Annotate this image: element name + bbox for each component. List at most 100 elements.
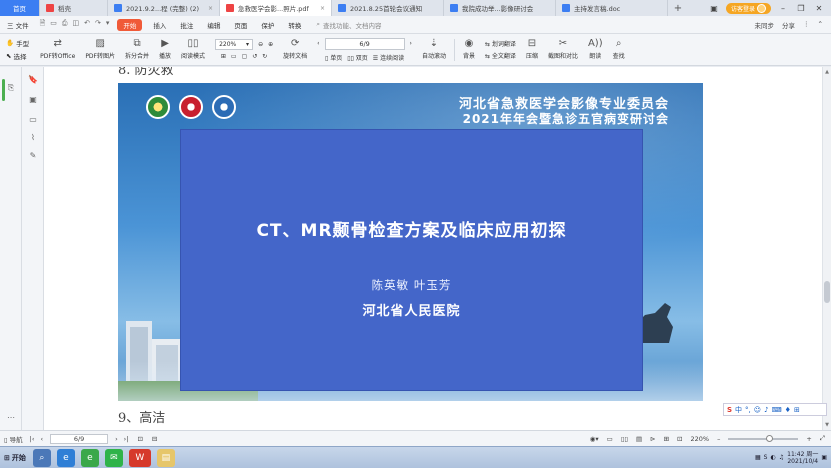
sync-status[interactable]: 未同步 bbox=[755, 20, 775, 30]
emoji-icon[interactable]: ☺ bbox=[754, 406, 761, 414]
zoom-in-icon[interactable]: + bbox=[806, 435, 811, 443]
nav-toggle[interactable]: ▯ 导航 bbox=[0, 434, 27, 444]
signature-icon[interactable]: ✎ bbox=[27, 151, 39, 160]
scroll-up-icon[interactable]: ▲ bbox=[823, 69, 831, 75]
actual-size-icon[interactable]: ▢ bbox=[242, 53, 248, 60]
new-tab-button[interactable]: + bbox=[668, 0, 688, 16]
tab-meeting-notice[interactable]: 2021.8.25首轮会议通知 bbox=[332, 0, 444, 16]
more-icon[interactable]: ⋮ bbox=[803, 20, 810, 30]
settings-icon[interactable]: ⋯ bbox=[5, 413, 17, 422]
zoom-select[interactable]: 220% ▾ bbox=[215, 39, 254, 50]
single-view-icon[interactable]: ▭ bbox=[607, 435, 613, 443]
continuous-view-icon[interactable]: ▤ bbox=[636, 435, 642, 443]
menu-start[interactable]: 开始 bbox=[117, 18, 143, 31]
fit-page-icon[interactable]: ⊡ bbox=[677, 435, 682, 443]
zoom-slider-knob[interactable] bbox=[766, 434, 774, 442]
close-window-icon[interactable]: ✕ bbox=[813, 4, 825, 13]
rotate-doc-button[interactable]: ⟳ 旋转文档 bbox=[278, 39, 312, 61]
status-page-input[interactable]: 6/9 bbox=[50, 433, 109, 444]
rotate-left-icon[interactable]: ↺ bbox=[252, 53, 257, 60]
play-icon[interactable]: ⊳ bbox=[650, 435, 655, 443]
search-icon[interactable]: ⌕ bbox=[32, 448, 51, 467]
screenshot-button[interactable]: ✂ 截图和对比 bbox=[543, 39, 583, 61]
pdf-to-image-button[interactable]: ▨ PDF转图片 bbox=[80, 39, 120, 61]
bookmark-icon[interactable]: 🔖 bbox=[27, 75, 39, 84]
zoom-slider[interactable] bbox=[728, 434, 799, 442]
login-button[interactable]: 访客登录 bbox=[725, 2, 771, 14]
clock[interactable]: 11:42 周一 2021/10/4 bbox=[787, 451, 818, 465]
zoom-out-icon[interactable]: – bbox=[717, 435, 720, 443]
read-aloud-button[interactable]: A)) 朗读 bbox=[583, 39, 608, 61]
menu-insert[interactable]: 插入 bbox=[146, 20, 173, 30]
document-view[interactable]: 8. 防灾救 河北省急救医学会影像专业委员会 2021年年会暨急诊五官病变研讨会 bbox=[44, 67, 822, 430]
scroll-thumb[interactable] bbox=[824, 281, 830, 303]
translate-word-button[interactable]: ⇆ 划词翻译 bbox=[485, 39, 516, 48]
last-page-icon[interactable]: ›| bbox=[121, 435, 132, 443]
wechat-icon[interactable]: ✉ bbox=[104, 448, 123, 467]
auto-scroll-button[interactable]: ⇣ 自动滚动 bbox=[417, 39, 451, 61]
punctuation-icon[interactable]: °, bbox=[745, 406, 751, 414]
play-button[interactable]: ▶ 播放 bbox=[154, 39, 176, 61]
double-view-icon[interactable]: ▯▯ bbox=[621, 435, 628, 443]
export-icon[interactable]: ⊟ bbox=[149, 435, 160, 443]
next-page-icon[interactable]: › bbox=[410, 40, 412, 47]
menu-grid-icon[interactable]: ⊞ bbox=[794, 406, 800, 414]
tab-speech[interactable]: 主持发言稿.doc bbox=[556, 0, 668, 16]
redo-icon[interactable]: ↷ bbox=[95, 19, 101, 30]
read-mode-button[interactable]: ▯▯ 阅读模式 bbox=[176, 39, 210, 61]
zoom-out-icon[interactable]: ⊖ bbox=[258, 41, 263, 48]
ime-toolbar[interactable]: S 中 °, ☺ ♪ ⌨ ♦ ⊞ bbox=[723, 403, 827, 416]
mic-icon[interactable]: ♪ bbox=[764, 406, 768, 414]
scroll-down-icon[interactable]: ▼ bbox=[823, 422, 831, 428]
thumbnail-icon[interactable]: ⎘ bbox=[5, 83, 17, 93]
fit-page-icon[interactable]: ▭ bbox=[231, 53, 237, 60]
double-page-button[interactable]: ▯▯ 双页 bbox=[347, 53, 368, 62]
undo-icon[interactable]: ↶ bbox=[84, 19, 90, 30]
eye-protect-icon[interactable]: ◉▾ bbox=[590, 435, 599, 443]
skin-icon[interactable]: ♦ bbox=[785, 406, 791, 414]
restore-icon[interactable]: ❐ bbox=[795, 4, 807, 13]
translate-full-button[interactable]: ⇆ 全文翻译 bbox=[485, 51, 516, 60]
fit-width-icon[interactable]: ⊞ bbox=[221, 53, 226, 60]
split-merge-button[interactable]: ⧉ 拆分合并 bbox=[120, 39, 154, 61]
open-icon[interactable]: ▭ bbox=[50, 19, 57, 30]
menu-convert[interactable]: 转换 bbox=[281, 20, 308, 30]
close-icon[interactable]: × bbox=[316, 5, 325, 12]
tab-home[interactable]: 首页 bbox=[0, 0, 40, 16]
select-tool[interactable]: ⬉ 选择 bbox=[6, 51, 29, 61]
menu-comment[interactable]: 批注 bbox=[173, 20, 200, 30]
background-button[interactable]: ◉ 背景 bbox=[458, 39, 480, 61]
page-input[interactable]: 6/9 bbox=[324, 37, 405, 50]
dropdown-icon[interactable]: ▾ bbox=[106, 19, 110, 30]
ie-browser-icon[interactable]: e bbox=[56, 448, 75, 467]
fullscreen-icon[interactable]: ⤢ bbox=[820, 434, 825, 443]
zoom-in-icon[interactable]: ⊕ bbox=[268, 41, 273, 48]
menu-protect[interactable]: 保护 bbox=[254, 20, 281, 30]
security-icon[interactable]: ◐ bbox=[770, 454, 775, 461]
print-icon[interactable]: ⎙ bbox=[62, 19, 68, 30]
share-button[interactable]: 分享 bbox=[782, 20, 795, 30]
vertical-scrollbar[interactable]: ▲ ▼ bbox=[822, 67, 831, 430]
fit-width-icon[interactable]: ⊞ bbox=[664, 435, 669, 443]
preview-icon[interactable]: ◫ bbox=[72, 19, 79, 30]
sogou-tray-icon[interactable]: S bbox=[764, 454, 768, 461]
tab-news[interactable]: 我院成功举...影像研讨会 bbox=[444, 0, 556, 16]
start-button[interactable]: ⊞ 开始 bbox=[0, 447, 30, 468]
menu-edit[interactable]: 编辑 bbox=[200, 20, 227, 30]
layout-icon[interactable]: ▣ bbox=[708, 4, 720, 13]
hand-tool[interactable]: ✋ 手型 bbox=[6, 38, 29, 48]
comment-icon[interactable]: ▭ bbox=[27, 115, 39, 124]
search-box[interactable]: ⌕ 查找功能、文档内容 bbox=[316, 20, 381, 30]
notification-icon[interactable]: ▣ bbox=[821, 454, 827, 461]
ime-mode[interactable]: 中 bbox=[735, 405, 742, 415]
collapse-icon[interactable]: ⌃ bbox=[818, 20, 823, 30]
menu-page[interactable]: 页面 bbox=[227, 20, 254, 30]
browser-icon[interactable]: e bbox=[80, 448, 99, 467]
rotate-right-icon[interactable]: ↻ bbox=[262, 53, 267, 60]
single-page-button[interactable]: ▯ 单页 bbox=[325, 53, 342, 62]
prev-page-icon[interactable]: ‹ bbox=[317, 40, 319, 47]
next-page-icon[interactable]: › bbox=[112, 435, 121, 443]
tab-docer[interactable]: 稻壳 bbox=[40, 0, 108, 16]
tab-pdf-active[interactable]: 急救医学会影...照片.pdf × bbox=[220, 0, 332, 16]
keyboard-icon[interactable]: ⌨ bbox=[772, 406, 782, 414]
